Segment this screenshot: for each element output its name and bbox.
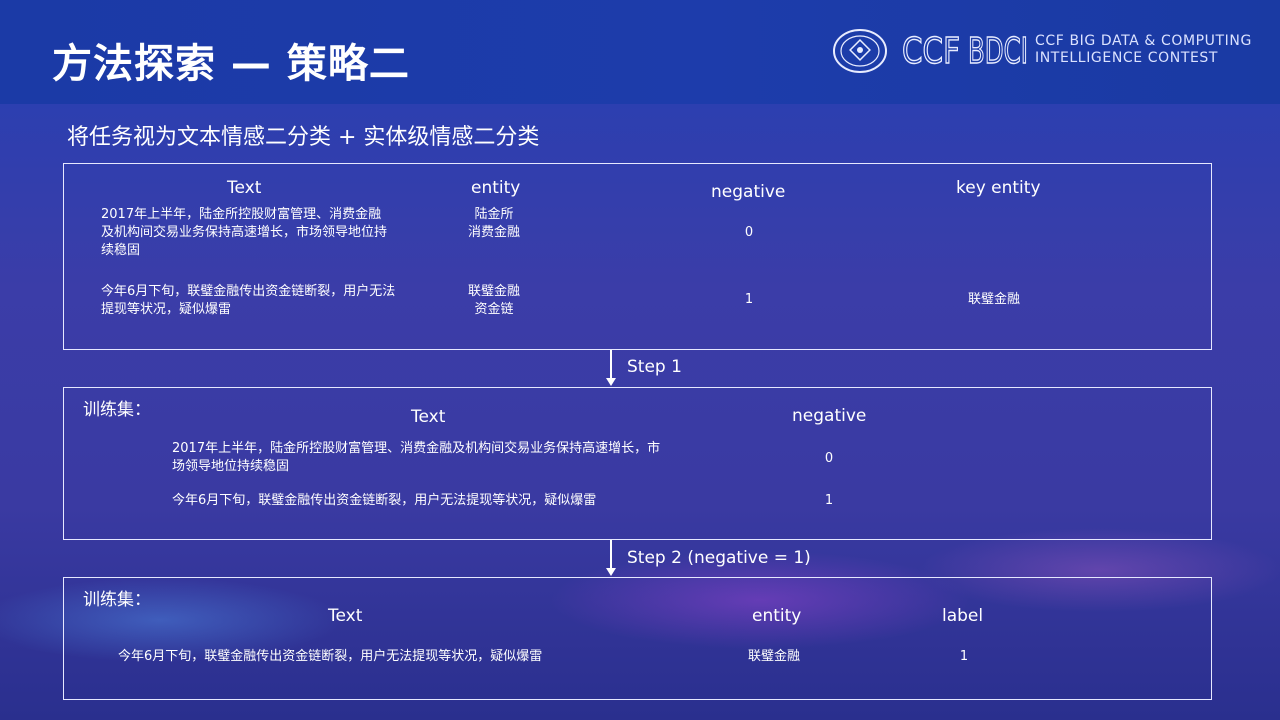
col-header-text: Text [328, 606, 363, 626]
logo-bdci-text: BDCI [968, 31, 1028, 70]
row2-text: 今年6月下旬，联璧金融传出资金链断裂，用户无法提现等状况，疑似爆雷 [101, 284, 396, 317]
row1-text: 2017年上半年，陆金所控股财富管理、消费金融及机构间交易业务保持高速增长，市场… [172, 441, 661, 474]
row1-negative: 0 [824, 451, 834, 466]
original-data-panel: Text entity negative key entity 2017年上半年… [63, 163, 1212, 350]
col-header-label: label [942, 606, 984, 626]
row1-text: 2017年上半年，陆金所控股财富管理、消费金融及机构间交易业务保持高速增长，市场… [101, 207, 388, 258]
logo-caption-line1: CCF BIG DATA & COMPUTING [1035, 33, 1252, 49]
row1-entity-1: 陆金所 [474, 207, 514, 222]
col-header-negative: negative [792, 406, 867, 426]
subtitle: 将任务视为文本情感二分类 + 实体级情感二分类 [67, 125, 540, 150]
step1-arrow [606, 350, 616, 386]
row2-negative: 1 [824, 493, 834, 508]
col-header-text: Text [227, 178, 262, 198]
col-header-negative: negative [711, 182, 786, 202]
col-header-entity: entity [752, 606, 802, 626]
step2-label: Step 2 (negative = 1) [627, 548, 811, 568]
logo-caption-line2: INTELLIGENCE CONTEST [1035, 50, 1219, 66]
col-header-key-entity: key entity [956, 178, 1041, 198]
row2-entity-1: 联璧金融 [467, 284, 520, 299]
row2-key-entity: 联璧金融 [967, 292, 1020, 307]
row1-entity: 陆金所 消费金融 [444, 206, 544, 242]
row1-entity-2: 消费金融 [467, 225, 520, 240]
step2-arrow [606, 540, 616, 576]
training-set-2-panel: 训练集： Text entity label 今年6月下旬，联璧金融传出资金链断… [63, 577, 1212, 700]
training-set-label: 训练集： [83, 400, 151, 420]
row1-negative: 0 [744, 225, 754, 240]
row1-entity: 联璧金融 [747, 649, 800, 664]
slide-title: 方法探索 — 策略二 [52, 41, 410, 87]
col-header-text: Text [411, 407, 446, 427]
row1-text: 今年6月下旬，联璧金融传出资金链断裂，用户无法提现等状况，疑似爆雷 [118, 649, 543, 664]
row2-negative: 1 [744, 292, 754, 307]
row2-entity: 联璧金融 资金链 [444, 283, 544, 319]
row1-label: 1 [959, 649, 969, 664]
ccf-seal-icon [833, 29, 887, 73]
training-set-1-panel: 训练集： Text negative 2017年上半年，陆金所控股财富管理、消费… [63, 387, 1212, 540]
row2-entity-2: 资金链 [474, 302, 514, 317]
title-bar: 方法探索 — 策略二 CCF BDCI CCF BIG DATA & COMPU… [0, 0, 1280, 104]
ccf-bdci-logo: CCF BDCI [902, 30, 1029, 70]
logo-ccf-text: CCF [902, 31, 960, 70]
col-header-entity: entity [471, 178, 521, 198]
row2-text: 今年6月下旬，联璧金融传出资金链断裂，用户无法提现等状况，疑似爆雷 [172, 493, 597, 508]
step1-label: Step 1 [627, 357, 682, 377]
logo-caption: CCF BIG DATA & COMPUTING INTELLIGENCE CO… [1035, 33, 1252, 67]
training-set-label: 训练集： [83, 590, 151, 610]
